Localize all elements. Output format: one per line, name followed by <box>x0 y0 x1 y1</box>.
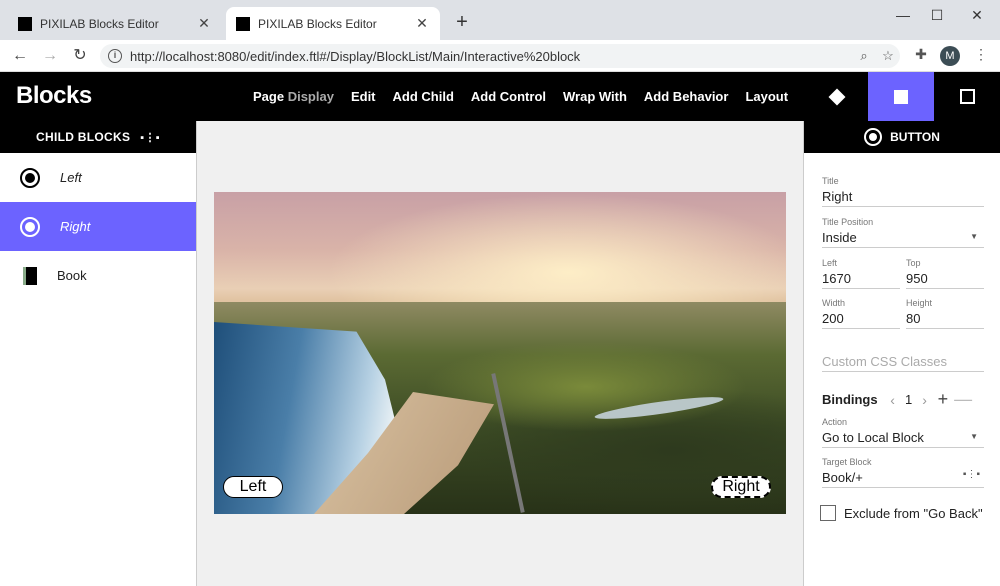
url-field[interactable]: i http://localhost:8080/edit/index.ftl#/… <box>100 44 900 68</box>
favicon-icon <box>236 16 250 31</box>
title-position-select[interactable]: Title Position Inside ▼ <box>822 217 984 248</box>
browser-tab-2[interactable]: PIXILAB Blocks Editor ✕ <box>226 7 440 40</box>
left-field[interactable]: Left 1670 <box>822 258 900 289</box>
action-select[interactable]: Action Go to Local Block ▼ <box>822 417 984 448</box>
zoom-icon[interactable]: ⌕ <box>852 48 876 64</box>
child-blocks-header: CHILD BLOCKS ▪⋮▪ <box>0 121 196 153</box>
menu-edit[interactable]: Edit <box>351 89 376 104</box>
custom-css-classes-field[interactable]: Custom CSS Classes <box>822 351 984 372</box>
editor-canvas: Left Right <box>197 121 803 586</box>
back-icon[interactable]: ← <box>8 45 32 67</box>
tab-title: PIXILAB Blocks Editor <box>258 16 377 31</box>
caret-down-icon: ▼ <box>970 232 978 241</box>
maximize-icon[interactable]: ☐ <box>920 6 954 24</box>
app-header: Blocks Page Display Edit Add Child Add C… <box>0 72 1000 121</box>
menu-add-child[interactable]: Add Child <box>393 89 454 104</box>
favicon-icon <box>18 16 32 31</box>
address-bar: ← → ↻ i http://localhost:8080/edit/index… <box>0 40 1000 72</box>
mode-frame-button[interactable] <box>934 72 1000 121</box>
target-block-field[interactable]: Target Block Book/+ ▪⋮▪ <box>822 457 984 488</box>
minimize-icon[interactable]: — <box>886 6 920 24</box>
right-button[interactable]: Right <box>711 476 771 498</box>
browser-tab-bar: PIXILAB Blocks Editor ✕ PIXILAB Blocks E… <box>0 0 1000 40</box>
diamond-icon <box>828 88 846 105</box>
menu-add-control[interactable]: Add Control <box>471 89 546 104</box>
close-tab-icon[interactable]: ✕ <box>414 15 430 32</box>
book-icon <box>23 266 37 285</box>
tree-structure-icon[interactable]: ▪⋮▪ <box>963 469 980 480</box>
coastal-landscape-image: Left Right <box>214 192 786 514</box>
menu-add-behavior[interactable]: Add Behavior <box>644 89 729 104</box>
square-outline-icon <box>959 89 975 104</box>
tree-structure-icon[interactable]: ▪⋮▪ <box>140 131 160 144</box>
radio-button-icon <box>20 167 40 188</box>
close-tab-icon[interactable]: ✕ <box>196 15 212 32</box>
menu-layout[interactable]: Layout <box>745 89 788 104</box>
chevron-right-icon[interactable]: › <box>918 392 932 408</box>
properties-panel: BUTTON Title Right Title Position Inside… <box>803 121 1000 586</box>
extensions-icon[interactable]: ✚ <box>910 46 932 63</box>
kebab-menu-icon[interactable]: ⋮ <box>970 46 992 63</box>
binding-index: 1 <box>904 392 913 407</box>
bindings-row: Bindings ‹ 1 › + — <box>822 389 984 410</box>
exclude-go-back-checkbox[interactable] <box>820 505 836 521</box>
tab-title: PIXILAB Blocks Editor <box>40 16 159 31</box>
remove-binding-icon[interactable]: — <box>954 389 972 410</box>
mode-block-button[interactable] <box>868 72 934 121</box>
left-button[interactable]: Left <box>223 476 283 498</box>
site-info-icon[interactable]: i <box>108 49 122 63</box>
radio-button-icon <box>864 128 883 146</box>
width-field[interactable]: Width 200 <box>822 298 900 329</box>
radio-button-icon <box>20 216 40 237</box>
main-menu: Page Display Edit Add Child Add Control … <box>253 72 788 121</box>
properties-header: BUTTON <box>804 121 1000 153</box>
new-tab-button[interactable]: + <box>452 11 472 33</box>
menu-wrap-with[interactable]: Wrap With <box>563 89 627 104</box>
blocks-logo: Blocks <box>16 82 92 109</box>
child-block-book[interactable]: Book <box>0 251 196 300</box>
browser-tab-1[interactable]: PIXILAB Blocks Editor ✕ <box>8 7 222 40</box>
profile-avatar[interactable]: M <box>940 46 960 66</box>
child-blocks-panel: CHILD BLOCKS ▪⋮▪ Left Right Book <box>0 121 197 586</box>
chevron-left-icon[interactable]: ‹ <box>886 392 900 408</box>
exclude-go-back-row[interactable]: Exclude from "Go Back" <box>820 505 983 521</box>
reload-icon[interactable]: ↻ <box>68 45 92 67</box>
square-filled-icon <box>894 89 908 104</box>
menu-page-display[interactable]: Page Display <box>253 89 334 104</box>
child-block-left[interactable]: Left <box>0 153 196 202</box>
forward-icon[interactable]: → <box>38 45 62 67</box>
title-field[interactable]: Title Right <box>822 176 984 207</box>
top-field[interactable]: Top 950 <box>906 258 984 289</box>
caret-down-icon: ▼ <box>970 432 978 441</box>
close-window-icon[interactable]: ✕ <box>960 6 994 24</box>
bindings-label: Bindings <box>822 392 878 407</box>
mode-diamond-button[interactable] <box>804 72 870 121</box>
url-text: http://localhost:8080/edit/index.ftl#/Di… <box>130 48 581 64</box>
bookmark-star-icon[interactable]: ☆ <box>876 48 900 64</box>
exclude-go-back-label: Exclude from "Go Back" <box>844 505 983 521</box>
add-binding-icon[interactable]: + <box>938 389 949 410</box>
height-field[interactable]: Height 80 <box>906 298 984 329</box>
child-block-right[interactable]: Right <box>0 202 196 251</box>
